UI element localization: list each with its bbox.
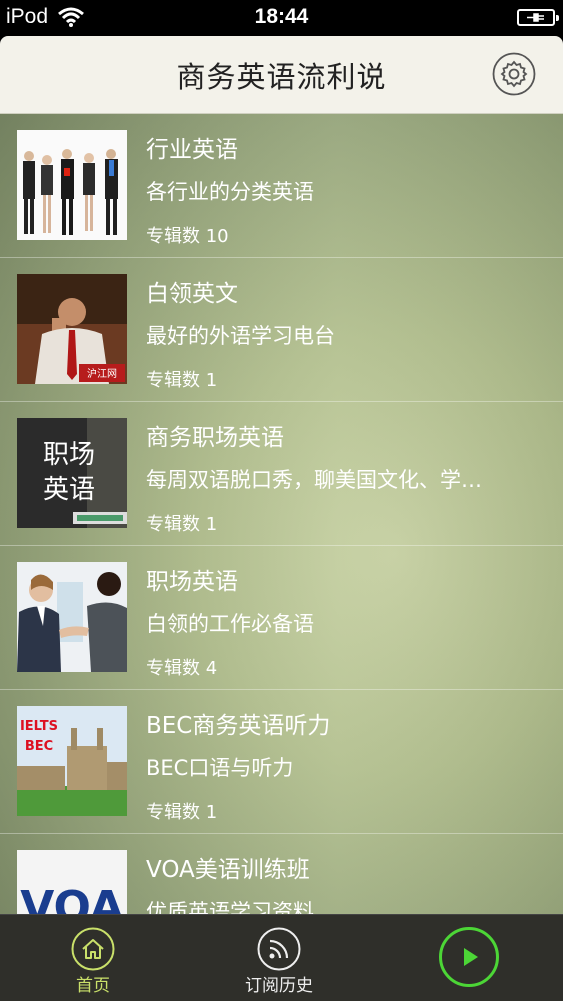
thumbnail-ielts-bec: IELTS BEC (17, 706, 127, 816)
tab-bar: 首页 订阅历史 (0, 914, 563, 1001)
item-subtitle: 最好的外语学习电台 (146, 324, 335, 348)
thumbnail-handshake (17, 562, 127, 672)
thumb-text-line2: 英语 (43, 475, 95, 505)
item-title: 白领英文 (146, 281, 238, 307)
tab-history[interactable]: 订阅历史 (232, 915, 326, 1001)
item-title: VOA美语训练班 (146, 857, 310, 883)
thumbnail-white-collar: 沪江网 (17, 274, 127, 384)
item-title: 行业英语 (146, 137, 238, 163)
tab-home-label: 首页 (76, 976, 110, 996)
list-item[interactable]: VOA VOA美语训练班 优质英语学习资料 (0, 834, 563, 914)
item-title: 商务职场英语 (146, 425, 284, 451)
status-bar: iPod 18:44 (0, 0, 563, 36)
list-item[interactable]: 沪江网 白领英文 最好的外语学习电台 专辑数 1 (0, 258, 563, 402)
thumb-text-line2: BEC (25, 739, 53, 754)
list-item[interactable]: IELTS BEC BEC商务英语听力 BEC口语与听力 专辑数 1 (0, 690, 563, 834)
item-subtitle: 每周双语脱口秀，聊美国文化、学… (146, 468, 482, 492)
home-icon (71, 927, 115, 971)
battery-icon (517, 9, 559, 26)
item-subtitle: 白领的工作必备语 (146, 612, 314, 636)
thumbnail-workplace-english: 职场 英语 (17, 418, 127, 528)
item-count: 专辑数 10 (146, 226, 229, 247)
gear-icon[interactable] (492, 52, 536, 96)
item-subtitle: 各行业的分类英语 (146, 180, 314, 204)
item-count: 专辑数 1 (146, 370, 218, 391)
thumb-text-line1: IELTS (20, 719, 58, 734)
rss-icon (257, 927, 301, 971)
item-title: BEC商务英语听力 (146, 713, 331, 739)
page-title: 商务英语流利说 (176, 60, 387, 94)
item-subtitle: 优质英语学习资料 (146, 900, 314, 914)
item-title: 职场英语 (146, 569, 238, 595)
list-item[interactable]: 职场英语 白领的工作必备语 专辑数 4 (0, 546, 563, 690)
list-item[interactable]: 职场 英语 商务职场英语 每周双语脱口秀，聊美国文化、学… 专辑数 1 (0, 402, 563, 546)
thumb-text-line1: 职场 (43, 440, 95, 470)
item-subtitle: BEC口语与听力 (146, 756, 294, 780)
category-list[interactable]: 行业英语 各行业的分类英语 专辑数 10 沪江网 白领英文 最好的外语学习电台 … (0, 114, 563, 914)
play-icon (464, 948, 478, 966)
item-count: 专辑数 4 (146, 658, 218, 679)
thumbnail-voa: VOA (17, 850, 127, 914)
tab-history-label: 订阅历史 (245, 976, 313, 996)
list-item[interactable]: 行业英语 各行业的分类英语 专辑数 10 (0, 114, 563, 258)
status-time: 18:44 (254, 5, 309, 28)
thumb-voa-text: VOA (20, 882, 124, 914)
thumb-logo-text: 沪江网 (87, 367, 117, 380)
nav-header: 商务英语流利说 (0, 36, 563, 114)
thumbnail-business-people (17, 130, 127, 240)
item-count: 专辑数 1 (146, 514, 218, 535)
tab-home[interactable]: 首页 (48, 915, 138, 1001)
play-button[interactable] (439, 927, 499, 987)
item-count: 专辑数 1 (146, 802, 218, 823)
